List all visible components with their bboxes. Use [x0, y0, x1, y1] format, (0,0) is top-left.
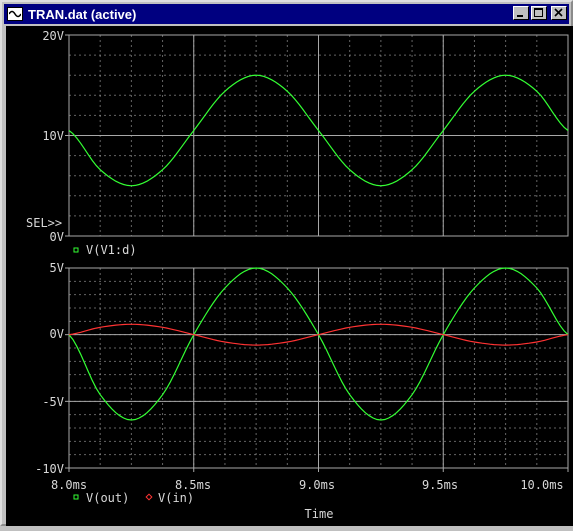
- minimize-icon: [517, 15, 523, 17]
- top-legend: V(V1:d): [73, 243, 137, 257]
- legend-label[interactable]: V(out): [86, 491, 129, 505]
- y-tick-label: -5V: [42, 395, 64, 409]
- y-tick-label: 10V: [42, 129, 64, 143]
- legend-marker-square: [73, 247, 79, 253]
- legend-marker-square: [73, 494, 79, 500]
- x-tick-label: 9.5ms: [422, 478, 458, 492]
- legend-label[interactable]: V(V1:d): [86, 243, 137, 257]
- x-tick-label: 9.0ms: [299, 478, 335, 492]
- y-tick-label: 0V: [50, 230, 64, 244]
- x-axis-title: Time: [305, 507, 334, 521]
- y-tick-label: -10V: [35, 462, 64, 476]
- legend-label[interactable]: V(in): [158, 491, 194, 505]
- selector-marker[interactable]: SEL>>: [26, 216, 62, 230]
- close-icon: [554, 8, 563, 17]
- x-tick-label: 8.5ms: [175, 478, 211, 492]
- maximize-icon: [534, 8, 543, 17]
- x-tick-label: 10.0ms: [520, 478, 563, 492]
- y-tick-label: 20V: [42, 29, 64, 43]
- waveform-app-icon[interactable]: [7, 7, 23, 21]
- plot-dynamic-layer: [65, 34, 569, 472]
- waveform-plot[interactable]: 20V 10V 0V SEL>> V(V1:d) 5V 0V -5V -10V …: [6, 26, 573, 526]
- x-tick-label: 8.0ms: [51, 478, 87, 492]
- legend-marker-diamond: [145, 493, 153, 501]
- maximize-button[interactable]: [531, 6, 547, 20]
- y-tick-label: 5V: [50, 261, 64, 275]
- window-title: TRAN.dat (active): [28, 6, 137, 22]
- plot-area[interactable]: 20V 10V 0V SEL>> V(V1:d) 5V 0V -5V -10V …: [6, 26, 573, 526]
- minimize-button[interactable]: [513, 6, 529, 20]
- bottom-legend: V(out) V(in): [73, 491, 194, 505]
- close-button[interactable]: [551, 6, 567, 20]
- probe-window: TRAN.dat (active) 20V 10V 0V SEL>> V(V1:…: [0, 0, 573, 526]
- title-bar[interactable]: TRAN.dat (active): [4, 4, 569, 24]
- y-tick-label: 0V: [50, 327, 64, 341]
